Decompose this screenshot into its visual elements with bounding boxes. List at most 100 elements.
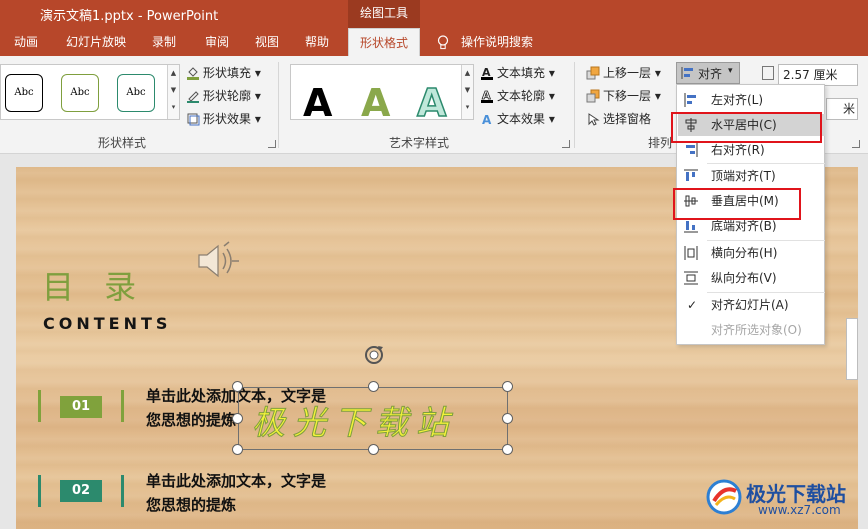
- svg-text:A: A: [482, 113, 492, 126]
- send-backward-icon: [586, 89, 600, 103]
- text-effects-button[interactable]: A 文本效果 ▾: [480, 109, 555, 129]
- resize-handle[interactable]: [368, 444, 379, 455]
- menu-item-label: 纵向分布(V): [711, 271, 777, 285]
- menu-item-label: 顶端对齐(T): [711, 169, 776, 183]
- align-right-icon: [686, 143, 698, 157]
- checkmark-icon: ✓: [687, 298, 698, 312]
- tab-help[interactable]: 帮助: [305, 28, 329, 56]
- tab-animations[interactable]: 动画: [14, 28, 38, 56]
- align-left-icon: [684, 93, 696, 107]
- shape-fill-button[interactable]: 形状填充 ▾: [186, 63, 261, 83]
- resize-handle[interactable]: [368, 381, 379, 392]
- shape-width-input[interactable]: 米: [826, 98, 858, 120]
- item-number-badge[interactable]: 02: [60, 480, 102, 502]
- speaker-icon[interactable]: [196, 241, 240, 281]
- selection-pane-icon: [588, 113, 600, 126]
- tab-view[interactable]: 视图: [255, 28, 279, 56]
- menu-item-align-selected-objects: 对齐所选对象(O): [678, 319, 825, 341]
- shape-style-swatch[interactable]: Abc: [117, 74, 155, 112]
- shape-fill-label: 形状填充: [203, 66, 252, 80]
- rotate-handle-icon[interactable]: [362, 343, 386, 367]
- text-effects-icon: A: [482, 113, 492, 126]
- arrange-group-label: 排列: [648, 136, 673, 150]
- shape-style-swatch[interactable]: Abc: [61, 74, 99, 112]
- item-text-line[interactable]: 您思想的提炼: [146, 409, 236, 430]
- item-bracket-right: [121, 475, 124, 507]
- tell-me-search[interactable]: 操作说明搜索: [461, 28, 533, 56]
- drawing-tools-context-label: 绘图工具: [348, 0, 420, 28]
- tab-review[interactable]: 审阅: [205, 28, 229, 56]
- shape-outline-button[interactable]: 形状轮廓 ▾: [186, 86, 261, 106]
- wordart-style-black[interactable]: A: [303, 83, 332, 123]
- menu-separator: [707, 163, 825, 164]
- lightbulb-icon: [437, 35, 449, 50]
- shape-effects-icon: [187, 113, 200, 126]
- wordart-style-green[interactable]: A: [361, 83, 390, 123]
- wordart-gallery[interactable]: A A A ▲ ▼ ▾: [290, 64, 474, 124]
- wordart-style-outline[interactable]: A: [416, 82, 447, 124]
- text-fill-label: 文本填充: [497, 66, 546, 80]
- resize-handle[interactable]: [232, 444, 243, 455]
- resize-handle[interactable]: [502, 381, 513, 392]
- vertical-scrollbar-thumb[interactable]: [846, 318, 858, 380]
- wordart-group-label: 艺术字样式: [389, 136, 450, 150]
- tab-shape-format[interactable]: 形状格式: [348, 28, 420, 56]
- highlight-box-horizontal-center: [671, 112, 822, 143]
- menu-separator: [707, 240, 825, 241]
- resize-handle[interactable]: [232, 381, 243, 392]
- tab-record[interactable]: 录制: [152, 28, 176, 56]
- item-text-line[interactable]: 单击此处添加文本，文字是: [146, 470, 326, 491]
- selection-pane-label: 选择窗格: [603, 112, 652, 126]
- item-text-line[interactable]: 您思想的提炼: [146, 494, 236, 515]
- pen-icon: [187, 91, 199, 103]
- slide-subtitle[interactable]: CONTENTS: [43, 314, 171, 333]
- align-icon: [681, 67, 693, 79]
- menu-item-distribute-horizontal[interactable]: 横向分布(H): [678, 242, 825, 264]
- menu-item-align-top[interactable]: 顶端对齐(T): [678, 165, 825, 187]
- distribute-horizontal-icon: [684, 246, 698, 260]
- distribute-vertical-icon: [684, 271, 698, 285]
- text-outline-button[interactable]: A 文本轮廓 ▾: [480, 86, 555, 106]
- item-number-badge[interactable]: 01: [60, 396, 102, 418]
- dialog-launcher-icon[interactable]: [268, 140, 276, 148]
- menu-item-label: 对齐所选对象(O): [711, 323, 802, 337]
- tab-slideshow[interactable]: 幻灯片放映: [66, 28, 126, 56]
- shape-styles-gallery[interactable]: Abc Abc Abc ▲ ▼ ▾: [0, 64, 180, 120]
- slide-title[interactable]: 目 录: [42, 262, 146, 308]
- bring-forward-label: 上移一层: [603, 66, 652, 80]
- menu-item-distribute-vertical[interactable]: 纵向分布(V): [678, 267, 825, 289]
- dialog-launcher-icon[interactable]: [562, 140, 570, 148]
- item-bracket-left: [38, 475, 41, 507]
- item-bracket-left: [38, 390, 41, 422]
- item-bracket-right: [121, 390, 124, 422]
- resize-handle[interactable]: [232, 413, 243, 424]
- shape-effects-button[interactable]: 形状效果 ▾: [186, 109, 261, 129]
- align-top-icon: [684, 169, 698, 181]
- align-button[interactable]: 对齐 ▾: [676, 62, 740, 84]
- resize-handle[interactable]: [502, 444, 513, 455]
- highlight-box-vertical-middle: [673, 188, 801, 220]
- text-outline-icon: A: [481, 89, 493, 103]
- selected-wordart-text[interactable]: 极光下载站: [252, 396, 457, 444]
- text-effects-label: 文本效果: [497, 112, 546, 126]
- menu-item-label: 横向分布(H): [711, 246, 778, 260]
- bring-forward-button[interactable]: 上移一层 ▾: [586, 63, 661, 83]
- menu-item-align-to-slide[interactable]: ✓ 对齐幻灯片(A): [678, 294, 825, 316]
- group-separator: [574, 62, 575, 148]
- resize-handle[interactable]: [502, 413, 513, 424]
- selection-pane-button[interactable]: 选择窗格: [586, 109, 651, 129]
- send-backward-label: 下移一层: [603, 89, 652, 103]
- text-fill-icon: A: [481, 66, 493, 80]
- menu-item-align-left[interactable]: 左对齐(L): [678, 89, 825, 111]
- shape-height-input[interactable]: 2.57 厘米: [778, 64, 858, 86]
- shape-style-swatch[interactable]: Abc: [5, 74, 43, 112]
- gallery-scroll[interactable]: ▲ ▼ ▾: [167, 65, 179, 119]
- shape-styles-group-label: 形状样式: [98, 136, 147, 150]
- send-backward-button[interactable]: 下移一层 ▾: [586, 86, 661, 106]
- gallery-scroll[interactable]: ▲ ▼ ▾: [461, 65, 473, 119]
- text-fill-button[interactable]: A 文本填充 ▾: [480, 63, 555, 83]
- shape-outline-label: 形状轮廓: [203, 89, 252, 103]
- dialog-launcher-icon[interactable]: [852, 140, 860, 148]
- menu-separator: [707, 292, 825, 293]
- paint-bucket-icon: [187, 67, 199, 80]
